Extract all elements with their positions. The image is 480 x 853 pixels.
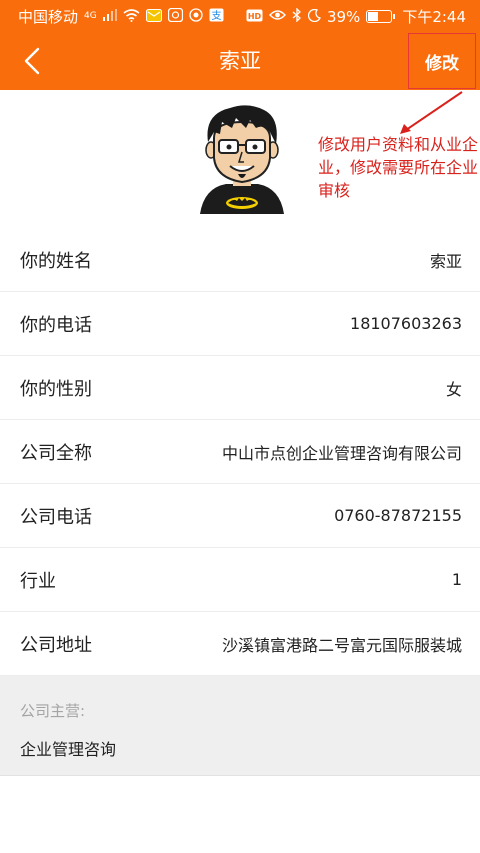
info-label: 公司电话 [20, 506, 92, 528]
info-value: 中山市点创企业管理咨询有限公司 [221, 443, 462, 463]
main-business-label: 公司主营: [20, 702, 86, 720]
info-row-name[interactable]: 你的姓名 索亚 [0, 228, 480, 292]
nav-bar: 索亚 修改 [0, 33, 480, 90]
profile-header: 修改用户资料和从业企业，修改需要所在企业审核 [0, 90, 480, 228]
moon-icon [307, 8, 321, 25]
info-label: 行业 [20, 570, 56, 592]
battery-icon [366, 10, 396, 23]
hd-icon: HD [246, 9, 263, 25]
bluetooth-icon [292, 7, 302, 25]
svg-text:HD: HD [248, 12, 262, 21]
clock: 下午2:44 [402, 8, 466, 26]
info-value: 沙溪镇富港路二号富元国际服装城 [221, 635, 462, 655]
battery-percent: 39% [326, 7, 361, 26]
info-row-company-phone[interactable]: 公司电话 0760-87872155 [0, 484, 480, 548]
annotation-text: 修改用户资料和从业企业，修改需要所在企业审核 [318, 135, 479, 200]
alipay-icon: 支 [209, 8, 224, 25]
signal-icon [102, 9, 117, 24]
network-type: 4G [84, 11, 97, 21]
info-row-company-address[interactable]: 公司地址 沙溪镇富港路二号富元国际服装城 [0, 612, 480, 676]
profile-info-list: 你的姓名 索亚 你的电话 18107603263 你的性别 女 公司全称 中山市… [0, 228, 480, 676]
main-business-value: 企业管理咨询 [20, 740, 117, 759]
info-row-phone[interactable]: 你的电话 18107603263 [0, 292, 480, 356]
info-row-gender[interactable]: 你的性别 女 [0, 356, 480, 420]
eye-icon [269, 9, 286, 24]
app-icon [189, 8, 203, 25]
info-value: 索亚 [429, 251, 462, 271]
avatar[interactable] [190, 102, 294, 214]
chat-icon [167, 7, 183, 25]
info-label: 你的电话 [20, 314, 92, 336]
status-bar: 中国移动 4G 支 HD 39% 下午2:44 [0, 0, 480, 33]
info-value: 0760-87872155 [334, 506, 462, 525]
wifi-icon [123, 8, 140, 25]
info-label: 你的姓名 [20, 250, 92, 272]
message-icon [145, 8, 162, 25]
info-row-company-name[interactable]: 公司全称 中山市点创企业管理咨询有限公司 [0, 420, 480, 484]
info-value: 18107603263 [350, 314, 462, 333]
battery-fill [368, 12, 378, 21]
back-button[interactable] [14, 43, 50, 79]
carrier-label: 中国移动 [18, 8, 79, 26]
svg-text:支: 支 [211, 10, 221, 22]
chevron-left-icon [24, 47, 40, 75]
info-label: 你的性别 [20, 378, 92, 400]
info-value: 1 [451, 570, 462, 589]
main-business-section: 公司主营: 企业管理咨询 [0, 676, 480, 776]
info-label: 公司地址 [20, 634, 92, 656]
info-row-industry[interactable]: 行业 1 [0, 548, 480, 612]
info-value: 女 [445, 379, 462, 399]
edit-button[interactable]: 修改 [408, 33, 476, 89]
info-label: 公司全称 [20, 442, 92, 464]
